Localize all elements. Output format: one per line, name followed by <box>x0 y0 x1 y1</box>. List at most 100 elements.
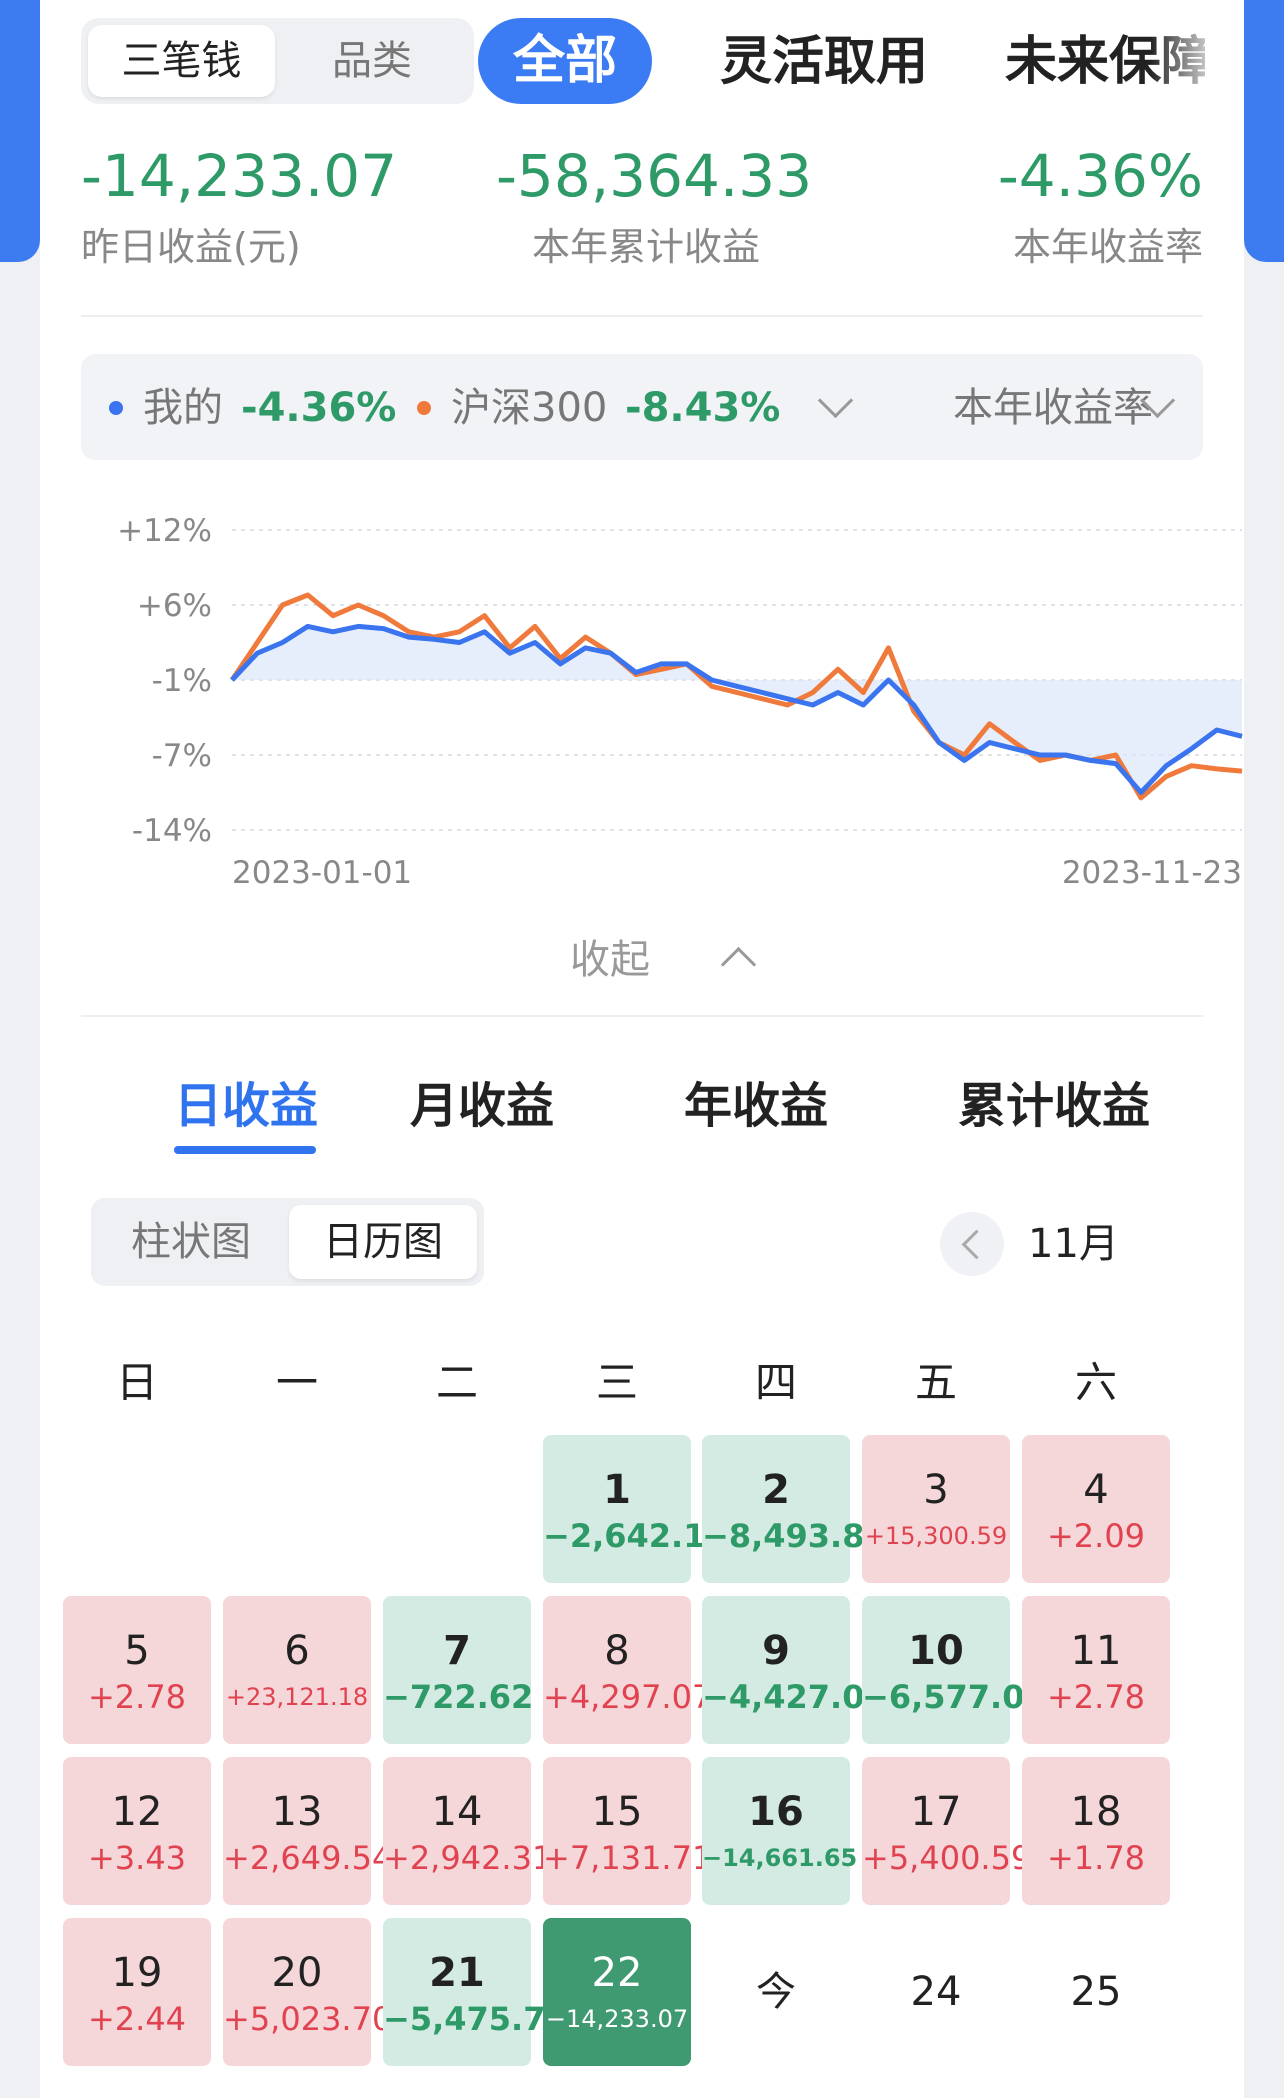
day-earning: +7,131.71 <box>543 1839 713 1877</box>
day-number: 今 <box>756 1969 796 2015</box>
calendar-day-1[interactable]: 1 −2,642.16 <box>543 1435 728 1583</box>
weekday-label: 日 <box>115 1358 158 1407</box>
calendar-day-25[interactable]: 25 <box>1022 1918 1170 2066</box>
day-number: 10 <box>908 1628 964 1674</box>
day-earning: −5,475.73 <box>383 2000 568 2038</box>
chart-type-calendar[interactable]: 日历图 <box>289 1205 477 1279</box>
day-earning: −722.62 <box>383 1678 534 1716</box>
calendar-day-24[interactable]: 24 <box>862 1918 1010 2066</box>
header-accent-right <box>1244 0 1284 262</box>
day-earning: −4,427.06 <box>702 1678 887 1716</box>
tab-total-earnings[interactable]: 累计收益 <box>958 1076 1150 1136</box>
calendar-day-22[interactable]: 22 −14,233.07 <box>543 1918 691 2066</box>
weekday-label: 五 <box>914 1358 957 1407</box>
day-number: 16 <box>748 1789 804 1835</box>
calendar-day-15[interactable]: 15 +7,131.71 <box>543 1757 713 1905</box>
day-number: 22 <box>591 1950 643 1996</box>
segment-three-funds[interactable]: 三笔钱 <box>88 25 275 97</box>
y-tick-label: -1% <box>152 663 212 699</box>
calendar-day-11[interactable]: 11 +2.78 <box>1022 1596 1170 1744</box>
calendar-day-18[interactable]: 18 +1.78 <box>1022 1757 1170 1905</box>
benchmark-selector[interactable]: 沪深300 <box>451 380 607 436</box>
benchmark-dot-icon <box>417 401 431 415</box>
stat-year-total-label: 本年累计收益 <box>531 225 760 269</box>
day-earning: −2,642.16 <box>543 1517 728 1555</box>
day-number: 8 <box>604 1628 630 1674</box>
calendar-day-today[interactable]: 今 <box>702 1918 850 2066</box>
benchmark-chevron-down-icon[interactable] <box>817 382 854 419</box>
day-earning: +4,297.07 <box>543 1678 713 1716</box>
calendar-day-21[interactable]: 21 −5,475.73 <box>383 1918 568 2066</box>
tab-all[interactable]: 全部 <box>478 18 652 104</box>
stat-yesterday-label: 昨日收益(元) <box>81 225 301 269</box>
tab-monthly-earnings[interactable]: 月收益 <box>410 1076 554 1136</box>
active-tab-indicator <box>174 1146 316 1154</box>
calendar-day-12[interactable]: 12 +3.43 <box>63 1757 211 1905</box>
return-chart: +12% +6% -1% -7% -14% 2023-01-01 2023-11-23 <box>117 513 1243 891</box>
day-earning: +2,649.54 <box>223 1839 393 1877</box>
compare-bar: 我的 -4.36% 沪深300 -8.43% 本年收益率 <box>81 354 1203 460</box>
mine-area <box>232 626 1242 793</box>
day-number: 4 <box>1083 1467 1109 1513</box>
stat-year-rate-value: -4.36% <box>997 142 1203 210</box>
chevron-left-icon <box>961 1229 992 1260</box>
day-earning: +2.09 <box>1046 1517 1146 1555</box>
calendar-day-5[interactable]: 5 +2.78 <box>63 1596 211 1744</box>
day-number: 1 <box>603 1467 631 1513</box>
day-number: 21 <box>429 1950 485 1996</box>
mine-dot-icon <box>109 401 123 415</box>
day-earning: +5,023.70 <box>223 2000 393 2038</box>
day-number: 7 <box>443 1628 471 1674</box>
day-number: 11 <box>1070 1628 1122 1674</box>
stat-year-rate-label: 本年收益率 <box>1012 225 1203 269</box>
stat-yesterday-value: -14,233.07 <box>81 142 398 210</box>
chart-y-ticks: +12% +6% -1% -7% -14% <box>117 513 212 849</box>
calendar-day-2[interactable]: 2 −8,493.80 <box>702 1435 887 1583</box>
current-month: 11月 <box>1028 1221 1119 1267</box>
calendar-day-9[interactable]: 9 −4,427.06 <box>702 1596 887 1744</box>
calendar-day-16[interactable]: 16 −14,661.65 <box>702 1757 858 1905</box>
calendar-day-6[interactable]: 6 +23,121.18 <box>223 1596 371 1744</box>
collapse-button[interactable]: 收起 <box>570 932 650 988</box>
calendar-day-7[interactable]: 7 −722.62 <box>383 1596 534 1744</box>
chart-type-bar[interactable]: 柱状图 <box>101 1205 281 1279</box>
calendar-day-19[interactable]: 19 +2.44 <box>63 1918 211 2066</box>
chart-type-segment: 柱状图 日历图 <box>91 1198 484 1286</box>
day-number: 9 <box>762 1628 790 1674</box>
calendar-day-20[interactable]: 20 +5,023.70 <box>223 1918 393 2066</box>
day-number: 13 <box>271 1789 323 1835</box>
tab-daily-earnings[interactable]: 日收益 <box>174 1076 318 1136</box>
calendar-day-14[interactable]: 14 +2,942.31 <box>383 1757 552 1905</box>
calendar-day-4[interactable]: 4 +2.09 <box>1022 1435 1170 1583</box>
day-earning: −14,661.65 <box>702 1844 858 1872</box>
stat-year-total-value: -58,364.33 <box>496 142 813 210</box>
day-number: 14 <box>431 1789 483 1835</box>
prev-month-button[interactable] <box>940 1212 1004 1276</box>
x-start-label: 2023-01-01 <box>232 855 412 891</box>
day-earning: +1.78 <box>1046 1839 1146 1877</box>
calendar-day-8[interactable]: 8 +4,297.07 <box>543 1596 713 1744</box>
day-earning: +3.43 <box>87 1839 187 1877</box>
calendar-day-10[interactable]: 10 −6,577.01 <box>862 1596 1047 1744</box>
assets-card: 三笔钱 品类 全部 灵活取用 未来保障 -14,233.07 昨日收益(元) -… <box>40 0 1244 2098</box>
tab-yearly-earnings[interactable]: 年收益 <box>684 1076 828 1136</box>
stat-year-total: -58,364.33 本年累计收益 <box>496 142 813 270</box>
weekday-label: 一 <box>275 1358 318 1407</box>
y-tick-label: -14% <box>132 813 212 849</box>
chevron-up-icon[interactable] <box>720 946 757 983</box>
weekday-label: 六 <box>1074 1358 1117 1407</box>
weekday-label: 四 <box>754 1358 797 1407</box>
tab-flexible[interactable]: 灵活取用 <box>720 28 928 96</box>
calendar-day-3[interactable]: 3 +15,300.59 <box>862 1435 1010 1583</box>
calendar-day-17[interactable]: 17 +5,400.59 <box>862 1757 1031 1905</box>
day-number: 24 <box>910 1969 962 2015</box>
day-number: 25 <box>1070 1969 1122 2015</box>
view-segment: 三笔钱 品类 <box>81 18 474 104</box>
benchmark-value: -8.43% <box>625 385 781 431</box>
mine-value: -4.36% <box>241 385 397 431</box>
segment-category[interactable]: 品类 <box>277 25 467 97</box>
calendar-day-13[interactable]: 13 +2,649.54 <box>223 1757 393 1905</box>
divider <box>81 1015 1203 1017</box>
day-earning: −6,577.01 <box>862 1678 1047 1716</box>
metric-selector[interactable]: 本年收益率 <box>953 380 1153 436</box>
